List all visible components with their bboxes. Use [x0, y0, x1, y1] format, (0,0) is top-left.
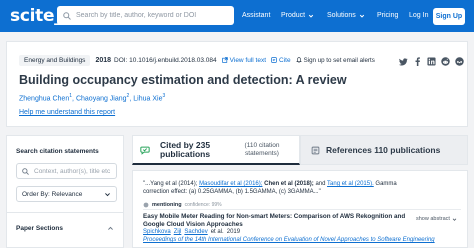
author-affiliation: 1 [69, 93, 72, 99]
mentioning-label: mentioning [152, 202, 182, 208]
sidebar-divider [7, 212, 123, 213]
citation-classification: mentioning confidence: 99% [143, 202, 222, 208]
nav-login-label: Log In [409, 12, 429, 19]
nav-login[interactable]: Log In [409, 12, 428, 19]
mentioning-icon [143, 202, 149, 208]
paper-header-card: Energy and Buildings 2018 DOI: 10.1016/j… [6, 41, 468, 127]
references-icon [311, 146, 320, 155]
global-search-input[interactable] [76, 12, 226, 19]
citing-paper-authors: Spichkova Zijl Sachdev et al. 2019 [143, 229, 240, 235]
author-link[interactable]: Zhenghua Chen1, [19, 93, 74, 102]
snippet-ref-tang[interactable]: Tang et al (2015). [327, 181, 374, 187]
tab-cited-by[interactable]: Cited by 235 publications (110 citation … [132, 135, 300, 165]
paper-title: Building occupancy estimation and detect… [19, 73, 347, 87]
quote-icon [271, 57, 277, 63]
paper-meta-row: Energy and Buildings 2018 DOI: 10.1016/j… [19, 53, 375, 67]
snippet-ref-masoudifar[interactable]: Masoudifar et al (2016); [199, 181, 262, 187]
top-navbar: scite_ Assistant Product Solutions Prici… [0, 0, 474, 32]
author-affiliation: 2 [126, 93, 130, 99]
facebook-icon[interactable] [413, 57, 422, 66]
author-link[interactable]: Chaoyang Jiang2, [76, 93, 131, 102]
signup-button[interactable]: Sign Up [433, 8, 465, 25]
external-link-icon [221, 57, 228, 63]
share-icons [399, 57, 464, 66]
author-name: Chaoyang Jiang [75, 95, 127, 103]
chevron-down-icon [452, 217, 457, 222]
citing-author-link[interactable]: Sachdev [184, 229, 207, 235]
order-by-value: Order By: Relevance [22, 190, 83, 198]
view-full-text-link[interactable]: View full text [221, 56, 267, 64]
cited-by-count: Cited by 235 publications [160, 139, 211, 159]
nav-assistant[interactable]: Assistant [242, 12, 270, 19]
tab-references[interactable]: References 110 publications [300, 135, 468, 165]
mendeley-icon[interactable] [455, 57, 464, 66]
email-alert-link[interactable]: Sign up to set email alerts [295, 56, 375, 64]
citing-author-link[interactable]: Spichkova [143, 229, 171, 235]
sidebar-heading: Search citation statements [16, 148, 99, 155]
citation-search-box[interactable] [16, 163, 117, 179]
nav-pricing[interactable]: Pricing [377, 12, 398, 19]
nav-assistant-label: Assistant [242, 12, 271, 19]
chevron-down-icon [359, 13, 365, 19]
citation-snippet: "...Yang et al (2014); Masoudifar et al … [143, 180, 423, 196]
author-link[interactable]: Lihua Xie3 [133, 93, 165, 102]
nav-solutions[interactable]: Solutions [327, 12, 365, 19]
linkedin-icon[interactable] [427, 57, 436, 66]
nav-solutions-label: Solutions [327, 12, 356, 19]
paper-year: 2018 [95, 56, 112, 64]
snippet-highlight: Chen et al (2018); [264, 181, 314, 187]
help-understand-link[interactable]: Help me understand this report [19, 109, 115, 116]
cite-button[interactable]: Cite [271, 57, 291, 64]
email-alert-label: Sign up to set email alerts [303, 56, 375, 64]
author-affiliation: 3 [162, 93, 166, 99]
cited-by-icon [140, 145, 150, 155]
citing-authors-suffix: et al. [210, 229, 224, 235]
statement-divider [143, 209, 461, 210]
reddit-icon[interactable] [441, 57, 450, 66]
citations-panel: Cited by 235 publications (110 citation … [132, 135, 468, 248]
citing-paper-title[interactable]: Easy Mobile Meter Reading for Non-smart … [143, 213, 411, 228]
search-icon [22, 167, 29, 175]
citation-search-input[interactable] [34, 167, 114, 175]
search-icon [63, 11, 71, 20]
cite-label: Cite [279, 56, 291, 64]
global-search[interactable] [57, 6, 234, 25]
author-list: Zhenghua Chen1, Chaoyang Jiang2, Lihua X… [19, 93, 165, 102]
citing-author-link[interactable]: Zijl [174, 229, 182, 235]
show-abstract-label: show abstract [416, 216, 450, 222]
references-count: References 110 publications [326, 145, 441, 155]
nav-product[interactable]: Product [281, 12, 314, 19]
journal-badge[interactable]: Energy and Buildings [19, 54, 91, 66]
chevron-down-icon [308, 13, 314, 19]
twitter-icon[interactable] [399, 57, 408, 66]
citation-search-sidebar: Search citation statements Order By: Rel… [6, 135, 124, 248]
nav-product-label: Product [281, 12, 306, 19]
view-full-text-label: View full text [229, 56, 267, 64]
paper-sections-heading[interactable]: Paper Sections [16, 225, 63, 232]
order-by-select[interactable]: Order By: Relevance [16, 186, 117, 202]
chevron-down-icon [104, 191, 111, 198]
bell-icon [295, 57, 302, 63]
chevron-up-icon[interactable] [107, 225, 114, 232]
citing-paper-year: 2019 [226, 229, 241, 235]
confidence-score: confidence: 99% [184, 202, 222, 208]
citation-statements-count: (110 citation statements) [244, 142, 280, 157]
paper-doi: DOI: 10.1016/j.enbuild.2018.03.084 [114, 56, 217, 64]
author-name: Lihua Xie [133, 95, 163, 103]
snippet-mid: and [315, 181, 326, 187]
nav-pricing-label: Pricing [377, 12, 399, 19]
snippet-pre: "...Yang et al (2014); [143, 181, 198, 187]
citing-paper-venue[interactable]: Proceedings of the 14th International Co… [143, 237, 443, 244]
author-name: Zhenghua Chen [19, 95, 70, 103]
citation-statement-list: "...Yang et al (2014); Masoudifar et al … [132, 170, 468, 248]
scite-logo[interactable]: scite_ [10, 6, 63, 26]
show-abstract-toggle[interactable]: show abstract [416, 216, 457, 222]
